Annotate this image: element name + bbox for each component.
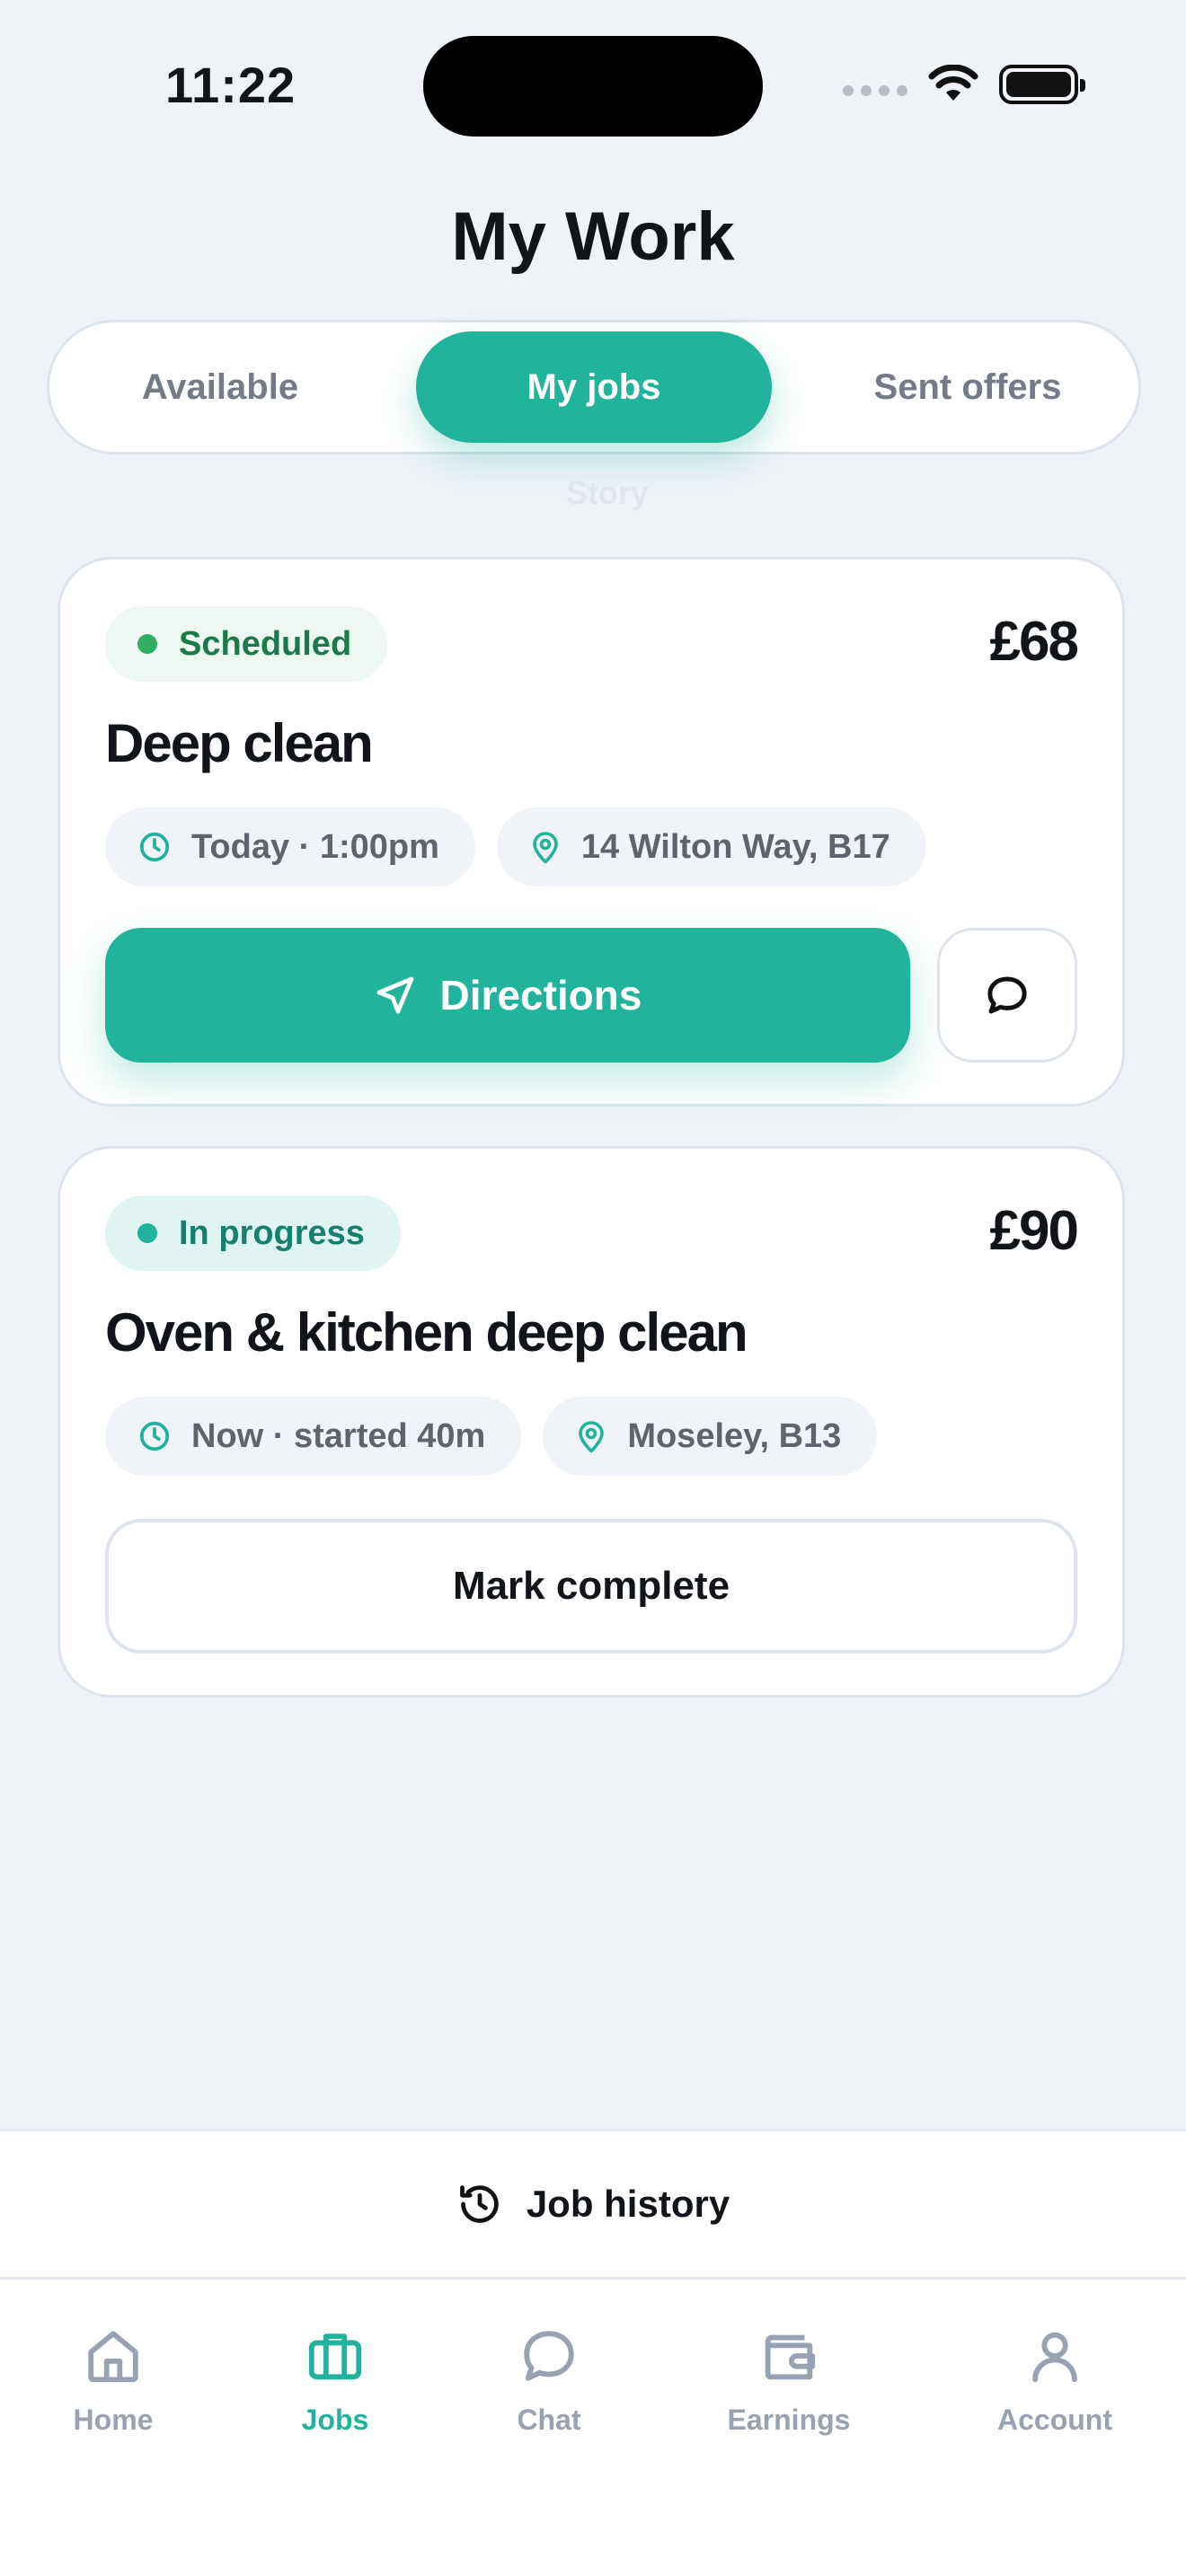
nav-chat[interactable]: Chat	[486, 2325, 612, 2437]
navigation-arrow-icon	[376, 976, 413, 1014]
time-chip: Now · started 40m	[105, 1397, 522, 1476]
faded-text: Story	[566, 474, 650, 511]
nav-earnings[interactable]: Earnings	[717, 2325, 861, 2437]
job-meta: Today · 1:00pm 14 Wilton Way, B17	[105, 807, 926, 887]
clock-icon	[139, 832, 170, 862]
location-chip: Moseley, B13	[543, 1397, 878, 1476]
nav-label: Chat	[517, 2404, 581, 2436]
nav-label: Account	[997, 2404, 1112, 2436]
job-price: £68	[989, 611, 1079, 673]
time-chip: Today · 1:00pm	[105, 807, 475, 887]
status-icons	[843, 65, 1085, 104]
status-badge: Scheduled	[105, 606, 388, 682]
status-dot	[137, 1223, 157, 1243]
location-chip: 14 Wilton Way, B17	[496, 807, 926, 887]
status-badge: In progress	[105, 1195, 401, 1271]
time-label: Today · 1:00pm	[191, 827, 439, 866]
job-title: Deep clean	[105, 713, 374, 773]
nav-account[interactable]: Account	[992, 2325, 1118, 2437]
tab-available[interactable]: Available	[60, 331, 380, 443]
page-title: My Work	[451, 198, 735, 275]
wallet-icon	[765, 2334, 816, 2380]
battery-icon	[999, 65, 1085, 104]
nav-label: Jobs	[301, 2404, 369, 2436]
chat-bubble-icon	[987, 976, 1027, 1014]
nav-jobs[interactable]: Jobs	[272, 2325, 398, 2437]
job-history-label: Job history	[526, 2183, 730, 2225]
job-title: Oven & kitchen deep clean	[105, 1302, 748, 1363]
job-history-link[interactable]: Job history	[0, 2129, 1186, 2280]
chat-icon	[524, 2331, 574, 2381]
message-button[interactable]	[937, 928, 1077, 1063]
location-label: Moseley, B13	[627, 1416, 842, 1455]
dynamic-island	[423, 36, 763, 137]
clock-icon	[139, 1421, 170, 1451]
job-card[interactable]: Scheduled £68 Deep clean Today · 1:00pm …	[58, 557, 1125, 1107]
briefcase-icon	[308, 2333, 362, 2380]
home-icon	[88, 2331, 138, 2383]
time-label: Now · started 40m	[191, 1416, 486, 1455]
directions-label: Directions	[439, 972, 642, 1019]
status-label: Scheduled	[179, 624, 352, 663]
wifi-icon	[928, 65, 978, 101]
nav-label: Earnings	[727, 2404, 851, 2436]
segmented-tabs: Available My jobs Sent offers	[47, 320, 1141, 454]
location-pin-icon	[533, 832, 558, 864]
tab-sent-offers[interactable]: Sent offers	[808, 331, 1128, 443]
history-icon	[459, 2185, 499, 2223]
job-card[interactable]: In progress £90 Oven & kitchen deep clea…	[58, 1146, 1125, 1698]
job-price: £90	[989, 1200, 1079, 1262]
status-time: 11:22	[165, 57, 296, 113]
nav-home[interactable]: Home	[50, 2325, 176, 2437]
mark-complete-button[interactable]: Mark complete	[105, 1519, 1077, 1654]
user-icon	[1032, 2332, 1077, 2383]
location-pin-icon	[579, 1421, 605, 1453]
status-dot	[137, 634, 157, 654]
tab-my-jobs[interactable]: My jobs	[416, 331, 772, 443]
status-label: In progress	[179, 1213, 365, 1252]
signal-icon	[843, 85, 907, 96]
nav-label: Home	[73, 2404, 154, 2436]
job-meta: Now · started 40m Moseley, B13	[105, 1397, 878, 1476]
directions-button[interactable]: Directions	[105, 928, 910, 1063]
location-label: 14 Wilton Way, B17	[580, 827, 890, 866]
bottom-nav: Home Jobs Chat Earnings Account	[0, 2280, 1186, 2576]
